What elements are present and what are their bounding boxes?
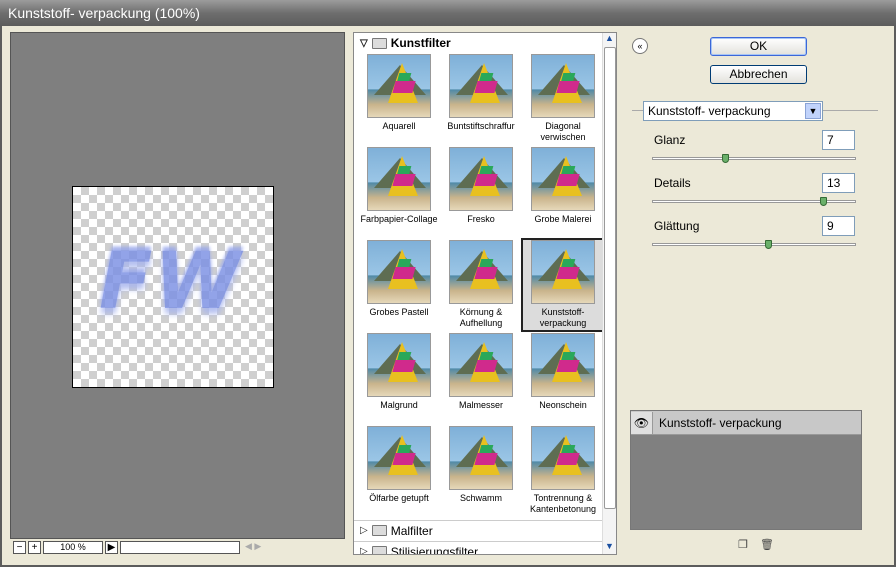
filter-label: Kunststoff-verpackung [539,307,587,328]
filter-thumbnail [531,54,595,118]
filter-tile[interactable]: Ölfarbe getupft [358,425,440,517]
filter-label: Schwamm [459,493,502,503]
glaettung-slider[interactable] [652,240,856,249]
filter-label: Malgrund [380,400,418,410]
filter-tile[interactable]: Neonschein [522,332,604,424]
preview-canvas: FW [72,186,274,388]
folder-icon [371,525,387,536]
filter-tile[interactable]: Malmesser [440,332,522,424]
filter-label: Farbpapier-Collage [360,214,438,224]
filter-tile[interactable]: Fresko [440,146,522,238]
filter-label: Fresko [467,214,495,224]
filter-tile[interactable]: Farbpapier-Collage [358,146,440,238]
collapse-gallery-button[interactable]: « [632,38,648,54]
filter-tile[interactable]: Malgrund [358,332,440,424]
eye-icon[interactable]: 👁 [631,411,653,434]
filter-label: Ölfarbe getupft [369,493,429,503]
filter-settings-panel [632,110,878,400]
filter-label: Neonschein [539,400,587,410]
category-name: Malfilter [390,523,433,538]
glaettung-label: Glättung [654,219,700,233]
scroll-thumb[interactable] [604,47,616,509]
glanz-slider-thumb[interactable] [722,154,729,163]
preview-pane[interactable]: FW [10,32,345,539]
glaettung-field[interactable]: 9 [822,216,855,236]
ok-button[interactable]: OK [710,37,807,56]
glaettung-slider-thumb[interactable] [765,240,772,249]
new-layer-icon[interactable]: ❐ [738,538,750,551]
filter-thumbnail [449,240,513,304]
filter-thumbnail [449,147,513,211]
glanz-slider[interactable] [652,154,856,163]
category-header-open[interactable]: ▽ Kunstfilter [354,33,602,53]
filter-label: Körnung & Aufhellung [459,307,503,328]
filter-label: Grobe Malerei [534,214,592,224]
filter-tile[interactable]: Kunststoff-verpackung [521,238,605,332]
filter-label: Tontrennung & Kantenbetonung [529,493,597,514]
folder-icon [371,37,387,49]
scroll-up-icon[interactable]: ▲ [605,33,614,43]
zoom-out-button[interactable]: − [13,540,26,554]
filter-tile[interactable]: Buntstiftschraffur [440,53,522,145]
glanz-label: Glanz [654,133,686,147]
filter-label: Buntstiftschraffur [447,121,515,131]
filter-thumbnail [367,333,431,397]
filter-tile[interactable]: Schwamm [440,425,522,517]
cancel-button[interactable]: Abbrechen [710,65,807,84]
details-slider[interactable] [652,197,856,206]
trash-icon[interactable]: 🗑 [760,538,774,551]
filter-tile[interactable]: Tontrennung & Kantenbetonung [522,425,604,517]
category-name: Stilisierungsfilter [390,544,479,555]
glanz-field[interactable]: 7 [822,130,855,150]
filter-thumbnail [367,240,431,304]
details-slider-thumb[interactable] [820,197,827,206]
category-name: Kunstfilter [390,36,451,50]
filter-tile[interactable]: Aquarell [358,53,440,145]
scroll-down-icon[interactable]: ▼ [605,541,614,551]
effect-layer-name: Kunststoff- verpackung [659,415,782,430]
filter-thumbnail [531,426,595,490]
collapsed-triangle-icon: ▷ [360,525,368,536]
category-stilisierungsfilter[interactable]: ▷ Stilisierungsfilter [354,541,602,555]
preview-hscroll[interactable]: ◀ ▶ [245,541,335,553]
filter-label: Aquarell [382,121,416,131]
filter-thumbnail [449,426,513,490]
effect-layers-panel: 👁 Kunststoff- verpackung [630,410,862,530]
details-field[interactable]: 13 [822,173,855,193]
filter-label: Grobes Pastell [369,307,429,317]
filter-tile[interactable]: Grobe Malerei [522,146,604,238]
zoom-bar-spacer [120,540,240,554]
filter-tile[interactable]: Diagonal verwischen [522,53,604,145]
zoom-level-field[interactable]: 100 % [43,540,103,554]
filter-thumbnail [367,54,431,118]
filter-tile[interactable]: Körnung & Aufhellung [440,239,522,331]
filter-select-value: Kunststoff- verpackung [648,104,771,118]
zoom-menu-button[interactable]: ▶ [105,540,118,554]
filter-thumbnail [367,147,431,211]
window-title: Kunststoff- verpackung (100%) [0,0,896,26]
filter-label: Diagonal verwischen [540,121,586,142]
filter-label: Malmesser [458,400,503,410]
effect-layer-row[interactable]: 👁 Kunststoff- verpackung [631,411,861,435]
zoom-in-button[interactable]: + [28,540,41,554]
filter-thumbnail [449,54,513,118]
filter-thumbnail [531,240,595,304]
filter-tile[interactable]: Grobes Pastell [358,239,440,331]
filter-thumbnail [367,426,431,490]
filter-select[interactable]: Kunststoff- verpackung ▼ [643,101,823,121]
details-label: Details [654,176,691,190]
filter-thumbnail [449,333,513,397]
expanded-triangle-icon: ▽ [360,37,368,49]
preview-text: FW [99,237,243,327]
folder-icon [371,546,387,554]
filter-gallery: ▽ Kunstfilter Aquarell Buntstiftschraffur… [353,32,617,555]
filter-thumbnail [531,333,595,397]
collapsed-triangle-icon: ▷ [360,546,368,555]
category-malfilter[interactable]: ▷ Malfilter [354,520,602,540]
gallery-scrollbar[interactable]: ▲ ▼ [602,33,616,554]
chevron-down-icon[interactable]: ▼ [805,103,821,119]
filter-thumbnail [531,147,595,211]
